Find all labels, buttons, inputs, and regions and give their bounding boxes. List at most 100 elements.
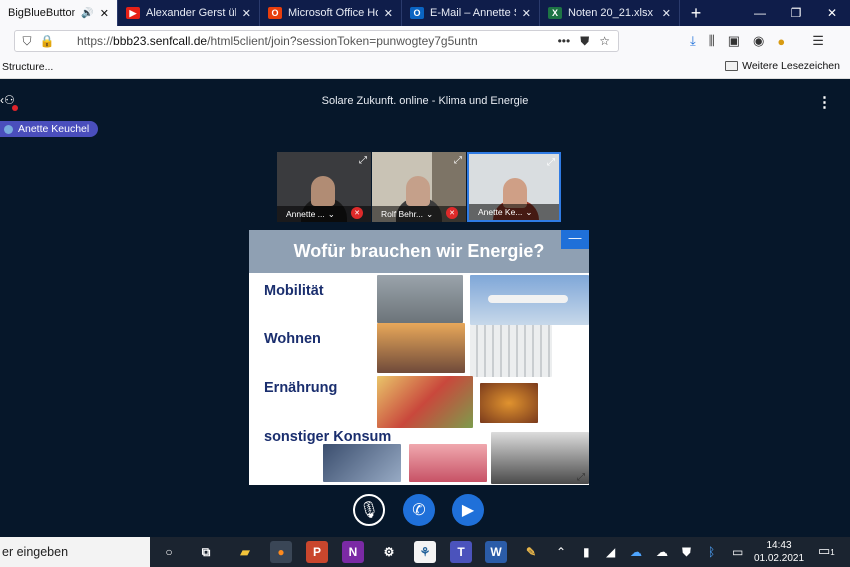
tab-excel[interactable]: X Noten 20_21.xlsx ✕	[540, 0, 680, 26]
fullscreen-icon[interactable]: ⤢	[547, 157, 555, 168]
paint-icon[interactable]: ✎	[520, 541, 542, 563]
microphone-icon	[4, 124, 13, 134]
url-text[interactable]: https://bbb23.senfcall.de/html5client/jo…	[77, 34, 478, 48]
burger-image	[480, 383, 538, 423]
lock-icon[interactable]: 🔒	[37, 34, 57, 48]
chevron-down-icon[interactable]: ⌄	[328, 209, 335, 220]
onedrive-icon[interactable]: ☁	[630, 545, 642, 559]
speaker-icon[interactable]: 🔊	[81, 8, 93, 19]
bluetooth-icon[interactable]: ᛒ	[708, 545, 715, 559]
task-view-icon[interactable]: ⧉	[195, 541, 217, 563]
phone-icon: ✆	[412, 502, 426, 519]
page-actions-icon[interactable]: •••	[558, 34, 571, 49]
video-tile[interactable]: ⤢ Annette ... ⌄ ✕	[277, 152, 371, 222]
video-name: Rolf Behr...	[381, 209, 424, 219]
video-label: Anette Ke... ⌄	[469, 204, 559, 220]
network-icon[interactable]: ◢	[606, 545, 615, 559]
office-icon: O	[268, 7, 282, 19]
fit-to-width-icon[interactable]: ⤢	[577, 472, 585, 483]
meeting-area: ‹⚇ Solare Zukunft. online - Klima und En…	[0, 79, 850, 537]
microphone-muted-icon: 🎙	[358, 502, 380, 519]
pocket-icon[interactable]: ⛊	[580, 34, 589, 49]
url-host: bbb23.senfcall.de	[113, 34, 208, 48]
clock[interactable]: 14:43 01.02.2021	[752, 539, 806, 565]
app-icon[interactable]: ⚘	[414, 541, 436, 563]
window-controls: — ❐ ✕	[742, 0, 850, 26]
options-menu-icon[interactable]: ⋮	[817, 93, 832, 111]
minimize-icon[interactable]: —	[742, 0, 778, 26]
firefox-icon[interactable]: ●	[270, 541, 292, 563]
url-bar[interactable]: ⛉ 🔒 https://bbb23.senfcall.de/html5clien…	[14, 30, 619, 52]
bookmark-structure[interactable]: Structure...	[2, 61, 53, 73]
presentation-slide[interactable]: Wofür brauchen wir Energie? — Mobilität …	[249, 230, 589, 485]
library-icon[interactable]: ⫼	[709, 33, 715, 49]
close-icon[interactable]: ✕	[662, 7, 671, 20]
sidebar-icon[interactable]: ▣	[728, 33, 740, 49]
sneakers-image	[409, 444, 487, 482]
bookmarks-bar: Structure... Weitere Lesezeichen	[0, 56, 850, 79]
new-tab-button[interactable]: +	[680, 0, 712, 26]
battery-icon[interactable]: ▭	[732, 545, 743, 559]
notification-center-icon[interactable]: ▭1	[818, 543, 835, 559]
fullscreen-icon[interactable]: ⤢	[454, 155, 462, 166]
video-person	[406, 176, 430, 206]
account-icon[interactable]: ◉	[753, 33, 764, 49]
tab-office[interactable]: O Microsoft Office Home ✕	[260, 0, 402, 26]
teams-icon[interactable]: T	[450, 541, 472, 563]
restore-icon[interactable]: ❐	[778, 0, 814, 26]
close-icon[interactable]: ✕	[522, 7, 531, 20]
word-icon[interactable]: W	[485, 541, 507, 563]
bookmark-star-icon[interactable]: ☆	[599, 34, 610, 49]
radiator-image	[470, 325, 552, 377]
onenote-icon[interactable]: N	[342, 541, 364, 563]
city-skyline-image	[377, 323, 465, 373]
file-explorer-icon[interactable]: ▰	[234, 541, 256, 563]
download-icon[interactable]: ⤓	[690, 33, 696, 49]
cloud-icon[interactable]: ☁	[656, 545, 668, 559]
webcam-button[interactable]: ▶	[452, 494, 484, 526]
airplane-shape	[488, 295, 568, 303]
excel-icon: X	[548, 7, 562, 19]
talking-indicator[interactable]: Anette Keuchel	[0, 121, 99, 137]
meeting-title: Solare Zukunft. online - Klima und Energ…	[321, 95, 529, 107]
muted-icon: ✕	[446, 207, 458, 219]
close-icon[interactable]: ✕	[242, 7, 251, 20]
taskbar-search-input[interactable]: er eingeben	[0, 537, 150, 567]
audio-button[interactable]: ✆	[403, 494, 435, 526]
close-window-icon[interactable]: ✕	[814, 0, 850, 26]
slide-item-mobility: Mobilität	[264, 283, 324, 299]
tab-label: E-Mail – Annette Schu	[430, 7, 516, 19]
slide-item-food: Ernährung	[264, 380, 338, 396]
toolbar-icons: ⤓ ⫼ ▣ ◉ ● ☰	[690, 26, 824, 56]
tab-youtube[interactable]: ▶ Alexander Gerst über ✕	[118, 0, 260, 26]
menu-icon[interactable]: ☰	[812, 33, 824, 49]
slide-item-consumption: sonstiger Konsum	[264, 429, 392, 445]
usb-icon[interactable]: ▮	[583, 545, 590, 559]
other-bookmarks[interactable]: Weitere Lesezeichen	[725, 60, 840, 72]
powerpoint-icon[interactable]: P	[306, 541, 328, 563]
fullscreen-icon[interactable]: ⤢	[359, 155, 367, 166]
shield-icon[interactable]: ⛉	[17, 34, 37, 49]
unmute-button[interactable]: 🎙	[353, 494, 385, 526]
cortana-icon[interactable]: ○	[158, 541, 180, 563]
chevron-up-icon[interactable]: ⌃	[556, 545, 566, 559]
chevron-down-icon[interactable]: ⌄	[525, 207, 532, 218]
minimize-presentation-button[interactable]: —	[561, 230, 589, 249]
notification-count: 1	[830, 548, 835, 557]
security-icon[interactable]: ⛊	[682, 545, 691, 560]
video-tile[interactable]: ⤢ Anette Ke... ⌄	[467, 152, 561, 222]
outlook-icon: O	[410, 7, 424, 19]
video-tile[interactable]: ⤢ Rolf Behr... ⌄ ✕	[372, 152, 466, 222]
tab-label: BigBlueButton - Sc	[8, 7, 76, 19]
close-icon[interactable]: ✕	[100, 7, 109, 20]
tab-bigbluebutton[interactable]: BigBlueButton - Sc 🔊 ✕	[0, 0, 118, 26]
settings-icon[interactable]: ⚙	[378, 541, 400, 563]
tab-label: Microsoft Office Home	[288, 7, 378, 19]
camera-icon: ▶	[461, 502, 475, 519]
extension-icon[interactable]: ●	[777, 34, 785, 49]
browser-tab-strip: BigBlueButton - Sc 🔊 ✕ ▶ Alexander Gerst…	[0, 0, 850, 26]
clock-date: 01.02.2021	[753, 553, 805, 564]
tab-outlook[interactable]: O E-Mail – Annette Schu ✕	[402, 0, 540, 26]
close-icon[interactable]: ✕	[384, 7, 393, 20]
chevron-down-icon[interactable]: ⌄	[426, 209, 433, 220]
